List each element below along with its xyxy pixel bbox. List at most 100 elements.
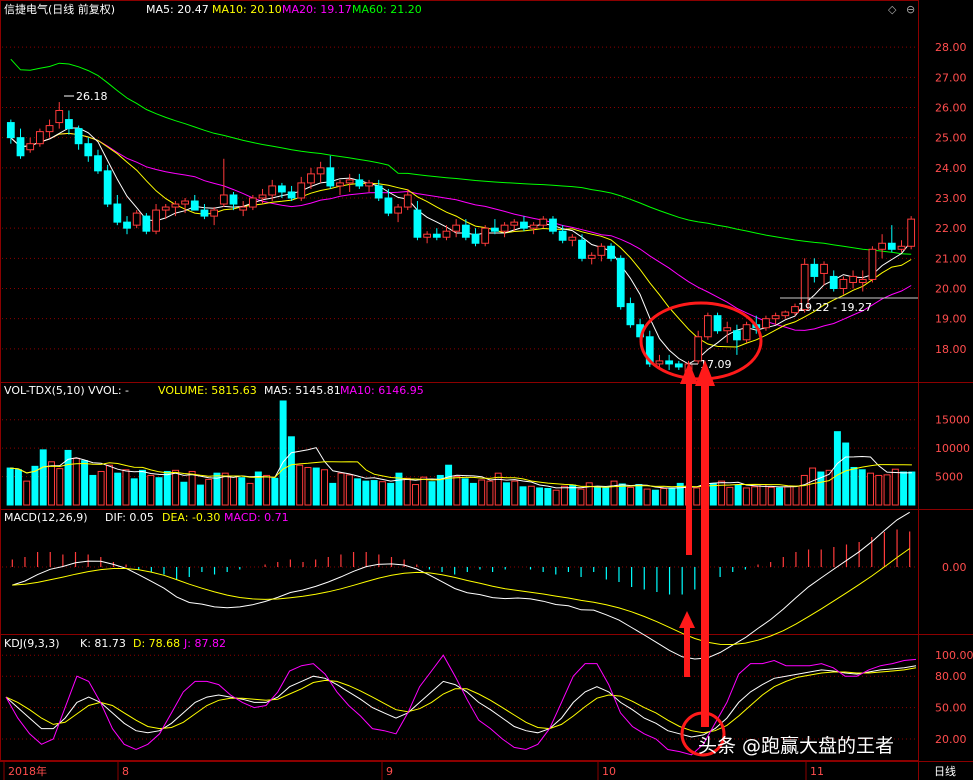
price-tick-label: 26.00	[935, 101, 967, 114]
volume-bar	[850, 466, 858, 506]
volume-bar	[800, 474, 808, 506]
candle-body	[878, 242, 887, 250]
volume-bar	[420, 476, 428, 506]
candle-body	[452, 224, 461, 232]
candle-body	[384, 197, 393, 214]
volume-bar	[833, 431, 841, 506]
volume-bar	[362, 480, 370, 506]
volume-bar	[155, 477, 163, 506]
volume-panel[interactable]	[6, 400, 916, 506]
volume-bar	[122, 469, 130, 506]
candle-body	[297, 182, 306, 199]
volume-bar	[230, 475, 237, 506]
candle-body	[6, 122, 15, 139]
volume-bar	[196, 484, 204, 506]
candle-body	[897, 245, 906, 250]
stock-chart: 28.00 27.00 26.00 25.00 24.00 23.00 22.00 21.00…	[0, 0, 973, 780]
diamond-icon[interactable]: ◇	[888, 3, 897, 16]
volume-bar	[345, 474, 353, 506]
candle-body	[578, 239, 586, 259]
candle-body	[74, 128, 83, 145]
candle-body	[161, 206, 170, 211]
price-tick-label: 27.00	[935, 71, 967, 84]
candle-body	[123, 221, 131, 229]
volume-bar	[304, 466, 312, 506]
volume-bar	[238, 477, 246, 506]
volume-bar	[387, 482, 395, 506]
candle-body	[490, 227, 499, 232]
volume-bar	[114, 472, 122, 506]
volume-bar	[221, 472, 229, 506]
volume-bar	[536, 487, 544, 506]
kdj-tick-label: 20.00	[935, 733, 967, 746]
candle-body	[374, 185, 383, 199]
volume-bar	[809, 467, 817, 506]
price-tick-label: 23.00	[935, 192, 967, 205]
candle-body	[94, 155, 102, 172]
candle-body	[113, 203, 122, 223]
kdj-j: J: 87.82	[183, 637, 226, 650]
macd-macd: MACD: 0.71	[224, 511, 289, 524]
kdj-k: K: 81.73	[80, 637, 126, 650]
volume-bar	[48, 461, 55, 506]
candle-body	[200, 209, 209, 217]
volume-bar	[643, 488, 651, 506]
candle-body	[258, 194, 267, 199]
candle-body	[607, 245, 615, 259]
macd-dea-line	[12, 548, 910, 646]
candle-body	[413, 209, 422, 238]
candle-body	[307, 173, 315, 184]
volume-bar	[610, 480, 618, 506]
kdj-d: D: 78.68	[133, 637, 180, 650]
volume-bar	[97, 470, 105, 506]
macd-header: MACD(12,26,9) DIF: 0.05 DEA: -0.30 MACD:…	[4, 511, 289, 524]
candle-body	[365, 182, 373, 187]
volume-bar	[544, 488, 552, 506]
candle-body	[181, 200, 189, 205]
x-tick-label: 2018年	[8, 764, 47, 778]
candle-body	[849, 275, 857, 283]
kdj-tick-label: 50.00	[935, 702, 967, 715]
candle-body	[520, 221, 528, 229]
volume-bar	[279, 400, 287, 506]
volume-bar	[726, 486, 734, 506]
volume-bar	[39, 449, 47, 506]
price-panel[interactable]	[6, 58, 916, 377]
volume-bar	[105, 464, 113, 506]
candle-body	[248, 197, 257, 208]
candle-body	[820, 263, 828, 274]
candle-body	[142, 215, 151, 232]
volume-bar	[271, 477, 279, 506]
candle-body	[26, 143, 35, 151]
period-label[interactable]: 日线	[934, 764, 956, 778]
volume-bar	[875, 474, 883, 506]
arrow-up-left	[680, 362, 698, 555]
volume-bar	[14, 469, 22, 506]
candle-body	[287, 191, 296, 199]
vol-tick-label: 10000	[935, 442, 970, 455]
collapse-icon[interactable]: ⊖	[906, 3, 915, 16]
volume-bar	[751, 486, 759, 506]
volume-bar	[163, 470, 171, 506]
volume-bar	[321, 469, 328, 506]
vol-ma10: MA10: 6146.95	[340, 384, 424, 397]
candle-body	[210, 209, 219, 217]
volume-bar	[172, 469, 180, 506]
candle-body	[703, 315, 712, 338]
volume-bar	[188, 470, 196, 506]
volume-bar	[354, 478, 362, 506]
volume-bar	[776, 487, 783, 506]
y-axis-labels: 28.00 27.00 26.00 25.00 24.00 23.00 22.00 21.00…	[935, 41, 973, 746]
vol-volume: VOLUME: 5815.63	[158, 384, 257, 397]
candle-body	[219, 194, 228, 205]
volume-bar	[287, 436, 295, 506]
volume-bar	[742, 487, 750, 506]
candle-body	[887, 242, 896, 250]
volume-bar	[403, 477, 411, 506]
volume-bar	[660, 488, 668, 506]
price-tick-label: 20.00	[935, 283, 967, 296]
price-tick-label: 19.00	[935, 313, 967, 326]
volume-bar	[263, 474, 271, 506]
volume-bar	[205, 478, 213, 506]
panel-frames	[0, 0, 973, 780]
